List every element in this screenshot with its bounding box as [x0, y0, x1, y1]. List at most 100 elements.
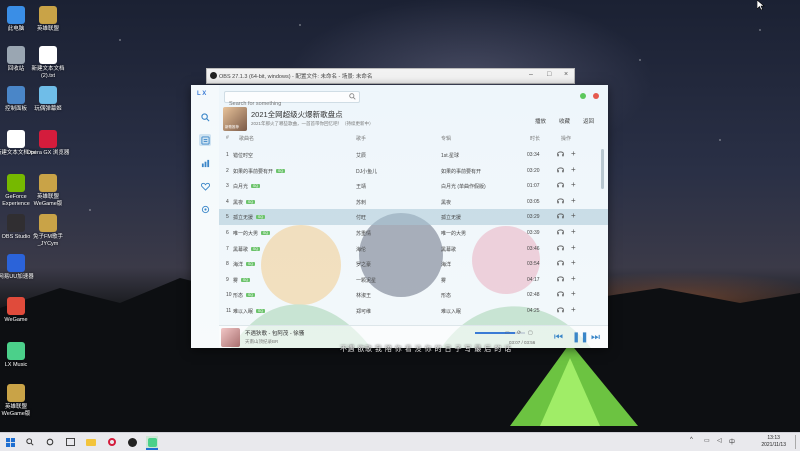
headphone-icon[interactable] — [557, 150, 564, 159]
settings-nav-icon[interactable] — [199, 203, 211, 215]
headphone-icon[interactable] — [557, 197, 564, 206]
add-icon[interactable]: + — [571, 149, 576, 158]
desktop-icon[interactable]: WeGame — [0, 297, 38, 324]
add-icon[interactable]: + — [571, 165, 576, 174]
add-icon[interactable]: + — [571, 227, 576, 236]
play-all-button[interactable]: 播放 — [535, 117, 546, 125]
now-playing-title: 不遇狄歌 - 包阿茂 - 徐骚 — [245, 331, 305, 337]
desktop-icon[interactable]: 英雄联盟 WeGame版 — [26, 174, 70, 208]
song-index: 3 — [226, 183, 229, 190]
close-button[interactable] — [593, 93, 599, 99]
obs-taskbar-icon[interactable] — [126, 436, 138, 448]
obs-window-titlebar[interactable]: OBS 27.1.3 (64-bit, windows) - 配置文件: 未命名… — [206, 68, 575, 84]
table-row[interactable]: 8 罗之豪 海洋 03:54 海洋 SQ + — [219, 256, 608, 272]
table-row[interactable]: 2 DJ小鱼儿 如果的事前要有开 03:20 如果的事前要有开 SQ + — [219, 163, 608, 179]
headphone-icon[interactable] — [557, 244, 564, 253]
song-duration: 03:39 — [527, 229, 540, 236]
desktop-icon-image — [7, 86, 25, 104]
tray-chevron-icon[interactable]: ^ — [690, 437, 693, 443]
comment-icon[interactable]: ▭ — [505, 330, 510, 336]
table-row[interactable]: 4 苏刺 黑夜 03:05 黑夜 SQ + — [219, 194, 608, 210]
table-row[interactable]: 7 海伦 黑幕歌 03:46 黑幕歌 SQ + — [219, 241, 608, 257]
desktop-icon[interactable]: 网易UU加速器 — [0, 254, 38, 281]
desktop-icon-label: 英雄联盟 WeGame版 — [33, 194, 63, 207]
desktop-icon[interactable]: Opera GX 浏览器 — [26, 130, 70, 157]
chart-nav-icon[interactable] — [199, 157, 211, 169]
add-icon[interactable]: + — [571, 211, 576, 220]
add-icon[interactable]: + — [571, 258, 576, 267]
add-icon[interactable]: + — [571, 180, 576, 189]
show-desktop-button[interactable] — [795, 435, 798, 449]
desktop-icon[interactable]: 英雄联盟 — [26, 6, 70, 33]
lyric-icon[interactable]: ▢ — [528, 330, 533, 336]
headphone-icon[interactable] — [557, 275, 564, 284]
desktop-icon[interactable]: 玩偶弹幕姬 — [26, 86, 70, 113]
desktop-icon[interactable]: 免子FM歌手_JYCym — [26, 214, 70, 248]
loop-icon[interactable]: ⟳ — [517, 330, 521, 336]
song-name: 黑夜 SQ — [233, 199, 256, 206]
desktop-icon-image — [7, 384, 25, 402]
table-row[interactable]: 1 艾辰 1st.星球 03:34 错位时空 + — [219, 147, 608, 163]
clock[interactable]: 13:13 2021/11/13 — [761, 435, 786, 449]
ime-icon[interactable]: 中 — [729, 437, 735, 446]
table-row[interactable]: 6 苏重情 唯一的大男 03:39 唯一的大男 SQ + — [219, 225, 608, 241]
quality-badge: SQ — [241, 277, 251, 282]
minimize-icon[interactable]: – — [529, 71, 533, 78]
song-duration: 03:05 — [527, 198, 540, 205]
headphone-icon[interactable] — [557, 166, 564, 175]
search-nav-icon[interactable] — [199, 111, 211, 123]
add-icon[interactable]: + — [571, 243, 576, 252]
tent-image — [510, 343, 638, 426]
lx-music-taskbar-icon[interactable] — [146, 436, 158, 450]
add-icon[interactable]: + — [571, 289, 576, 298]
song-index: 2 — [226, 167, 229, 174]
desktop-icon[interactable]: 新建文本文档 (2).txt — [26, 46, 70, 80]
now-playing-cover[interactable] — [221, 328, 240, 347]
table-row[interactable]: 3 王靖 白月光 (单曲作假版) 01:07 白月光 SQ + — [219, 178, 608, 194]
table-row[interactable]: 5 付旺 孤立无援 03:29 孤立无援 SQ + — [219, 209, 608, 225]
headphone-icon[interactable] — [557, 228, 564, 237]
prev-icon[interactable]: ⏮ — [554, 332, 563, 343]
add-icon[interactable]: + — [571, 274, 576, 283]
playlist-nav-icon[interactable] — [199, 134, 211, 146]
collect-button[interactable]: 收藏 — [559, 117, 570, 125]
add-icon[interactable]: + — [571, 196, 576, 205]
heart-nav-icon[interactable] — [199, 180, 211, 192]
table-row[interactable]: 9 一颗泥星 雾 04:17 雾 SQ + — [219, 272, 608, 288]
table-row[interactable]: 11 郑可维 难以入眠 04:25 难以入眠 SQ + — [219, 303, 608, 319]
next-icon[interactable]: ⏭ — [591, 332, 600, 343]
desktop-icon[interactable]: 英雄联盟 WeGame版 — [0, 384, 38, 418]
song-index: 5 — [226, 214, 229, 221]
search-icon[interactable] — [349, 93, 356, 100]
app-logo: L X — [197, 91, 207, 97]
opera-gx-icon[interactable] — [106, 436, 118, 448]
close-icon[interactable]: × — [564, 71, 568, 78]
volume-icon[interactable]: ◁ — [717, 437, 722, 444]
headphone-icon[interactable] — [557, 212, 564, 221]
desktop-icon-label: 免子FM歌手_JYCym — [33, 234, 63, 247]
headphone-icon[interactable] — [557, 306, 564, 315]
scrollbar[interactable] — [601, 149, 604, 189]
search-icon[interactable] — [24, 436, 36, 448]
maximize-icon[interactable]: □ — [547, 71, 551, 78]
headphone-icon[interactable] — [557, 181, 564, 190]
desktop-icon[interactable]: LX Music — [0, 342, 38, 369]
pause-icon[interactable]: ❚❚ — [572, 332, 589, 343]
add-icon[interactable]: + — [571, 305, 576, 314]
table-row[interactable]: 10 林淑王 形态 02:48 形态 SQ + — [219, 287, 608, 303]
search-box[interactable] — [224, 91, 360, 109]
file-explorer-icon[interactable] — [85, 436, 97, 448]
desktop-lyric[interactable]: 不遇 欲歌 我 陪 你 看 没 你 的 日 子 写 最 后 的 话 — [340, 344, 512, 354]
headphone-icon[interactable] — [557, 290, 564, 299]
task-view-icon[interactable] — [64, 436, 76, 448]
song-index: 8 — [226, 261, 229, 268]
desktop-icon-image — [39, 130, 57, 148]
back-button[interactable]: 返回 — [583, 117, 594, 125]
windows-start-icon[interactable] — [4, 436, 16, 448]
headphone-icon[interactable] — [557, 259, 564, 268]
song-album: 海洋 — [441, 262, 452, 269]
desktop-icon-image — [7, 254, 25, 272]
network-icon[interactable]: ▭ — [704, 437, 710, 444]
minimize-button[interactable] — [580, 93, 586, 99]
cortana-icon[interactable] — [44, 436, 56, 448]
